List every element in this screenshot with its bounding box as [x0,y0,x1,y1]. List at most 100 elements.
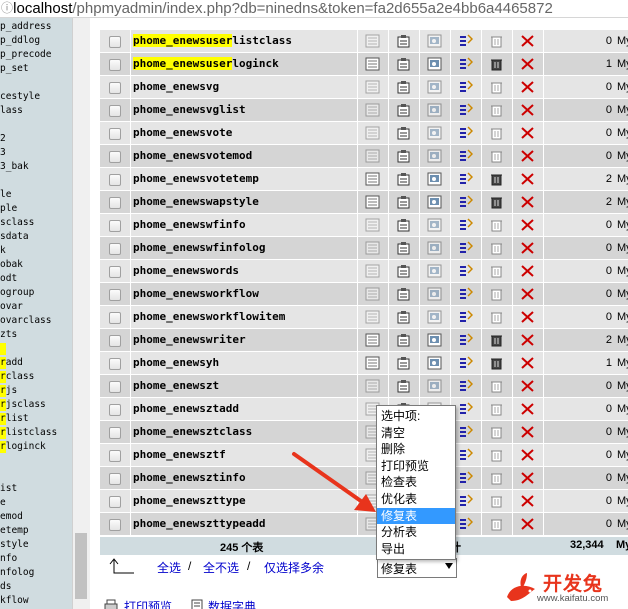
browse-icon[interactable] [365,103,380,117]
table-name-link[interactable]: phome_enewsvglist [133,103,246,117]
row-checkbox[interactable] [109,473,121,485]
row-checkbox[interactable] [109,220,121,232]
row-checkbox[interactable] [109,174,121,186]
table-name-link[interactable]: phome_enewszttypeadd [133,517,265,531]
check-all-link[interactable]: 全选 [157,559,181,576]
drop-table-icon[interactable] [520,287,535,301]
row-checkbox[interactable] [109,404,121,416]
sidebar-table-link[interactable]: ist [0,483,17,495]
sidebar-table-link[interactable]: p_address [0,21,51,33]
browse-icon[interactable] [365,379,380,393]
row-checkbox[interactable] [109,496,121,508]
empty-table-icon[interactable] [489,494,504,508]
drop-table-icon[interactable] [520,103,535,117]
table-name-link[interactable]: phome_enewsworkflowitem [133,310,285,324]
insert-icon[interactable] [458,379,474,393]
row-checkbox[interactable] [109,59,121,71]
table-name-link[interactable]: phome_enewswfinfolog [133,241,265,255]
table-name-link[interactable]: phome_enewswfinfo [133,218,246,232]
drop-table-icon[interactable] [520,126,535,140]
browse-icon[interactable] [365,356,380,370]
empty-table-icon[interactable] [489,241,504,255]
sidebar-table-link[interactable]: rloginck [0,441,46,453]
print-view-link[interactable]: 打印预览 [124,598,172,609]
drop-table-icon[interactable] [520,356,535,370]
table-name-link[interactable]: phome_enewswapstyle [133,195,259,209]
sidebar-table-link[interactable]: sclass [0,217,34,229]
empty-table-icon[interactable] [489,103,504,117]
structure-icon[interactable] [396,310,411,324]
drop-table-icon[interactable] [520,218,535,232]
insert-icon[interactable] [458,241,474,255]
empty-table-icon[interactable] [489,471,504,485]
search-icon[interactable] [427,356,442,370]
row-checkbox[interactable] [109,128,121,140]
insert-icon[interactable] [458,494,474,508]
dropdown-option[interactable]: 检查表 [377,474,455,490]
browse-icon[interactable] [365,34,380,48]
table-name-link[interactable]: phome_enewszt [133,379,219,393]
table-name-link[interactable]: phome_enewsztinfo [133,471,246,485]
search-icon[interactable] [427,218,442,232]
empty-table-icon[interactable] [489,287,504,301]
empty-table-icon[interactable] [489,517,504,531]
sidebar-table-link[interactable]: odt [0,273,17,285]
address-bar[interactable]: ⓘ localhost/phpmyadmin/index.php?db=nine… [0,0,628,18]
chevron-down-icon[interactable] [445,563,453,569]
structure-icon[interactable] [396,149,411,163]
empty-table-icon[interactable] [489,379,504,393]
insert-icon[interactable] [458,80,474,94]
table-name-link[interactable]: phome_enewsvotemod [133,149,252,163]
sidebar-table-link[interactable]: kflow [0,595,29,607]
sidebar-table-link[interactable]: p_set [0,63,29,75]
search-icon[interactable] [427,379,442,393]
search-icon[interactable] [427,149,442,163]
sidebar-table-link[interactable]: rclass [0,371,34,383]
structure-icon[interactable] [396,80,411,94]
dropdown-option[interactable]: 分析表 [377,524,455,540]
insert-icon[interactable] [458,471,474,485]
structure-icon[interactable] [396,103,411,117]
insert-icon[interactable] [458,333,474,347]
empty-table-icon[interactable] [489,333,504,347]
sidebar-table-link[interactable]: nfolog [0,567,34,579]
table-name-link[interactable]: phome_enewsztf [133,448,226,462]
search-icon[interactable] [427,34,442,48]
sidebar-table-link[interactable]: rlist [0,413,29,425]
data-dictionary-link[interactable]: 数据字典 [208,598,256,609]
table-name-link[interactable]: phome_enewsztadd [133,402,239,416]
drop-table-icon[interactable] [520,57,535,71]
sidebar-table-link[interactable]: lass [0,105,23,117]
browse-icon[interactable] [365,333,380,347]
table-name-link[interactable]: phome_enewswriter [133,333,246,347]
row-checkbox[interactable] [109,358,121,370]
sidebar-table-link[interactable]: sdata [0,231,29,243]
browse-icon[interactable] [365,241,380,255]
search-icon[interactable] [427,172,442,186]
insert-icon[interactable] [458,195,474,209]
drop-table-icon[interactable] [520,402,535,416]
insert-icon[interactable] [458,149,474,163]
insert-icon[interactable] [458,126,474,140]
empty-table-icon[interactable] [489,425,504,439]
row-checkbox[interactable] [109,82,121,94]
sidebar-table-link[interactable]: obak [0,259,23,271]
sidebar-table-link[interactable]: ds [0,581,11,593]
sidebar-table-link[interactable]: le [0,189,11,201]
check-overhead-link[interactable]: 仅选择多余 [264,559,324,576]
row-checkbox[interactable] [109,289,121,301]
search-icon[interactable] [427,103,442,117]
sidebar-table-link[interactable]: rjs [0,385,17,397]
sidebar-table-link[interactable]: rlistclass [0,427,57,439]
dropdown-option[interactable]: 导出 [377,541,455,557]
with-selected-select[interactable]: 修复表 [377,558,457,578]
empty-table-icon[interactable] [489,448,504,462]
table-name-link[interactable]: phome_enewsyh [133,356,219,370]
search-icon[interactable] [427,310,442,324]
sidebar-table-link[interactable]: ovar [0,301,23,313]
row-checkbox[interactable] [109,427,121,439]
sidebar-table-link[interactable]: etemp [0,525,29,537]
insert-icon[interactable] [458,517,474,531]
empty-table-icon[interactable] [489,195,504,209]
insert-icon[interactable] [458,218,474,232]
